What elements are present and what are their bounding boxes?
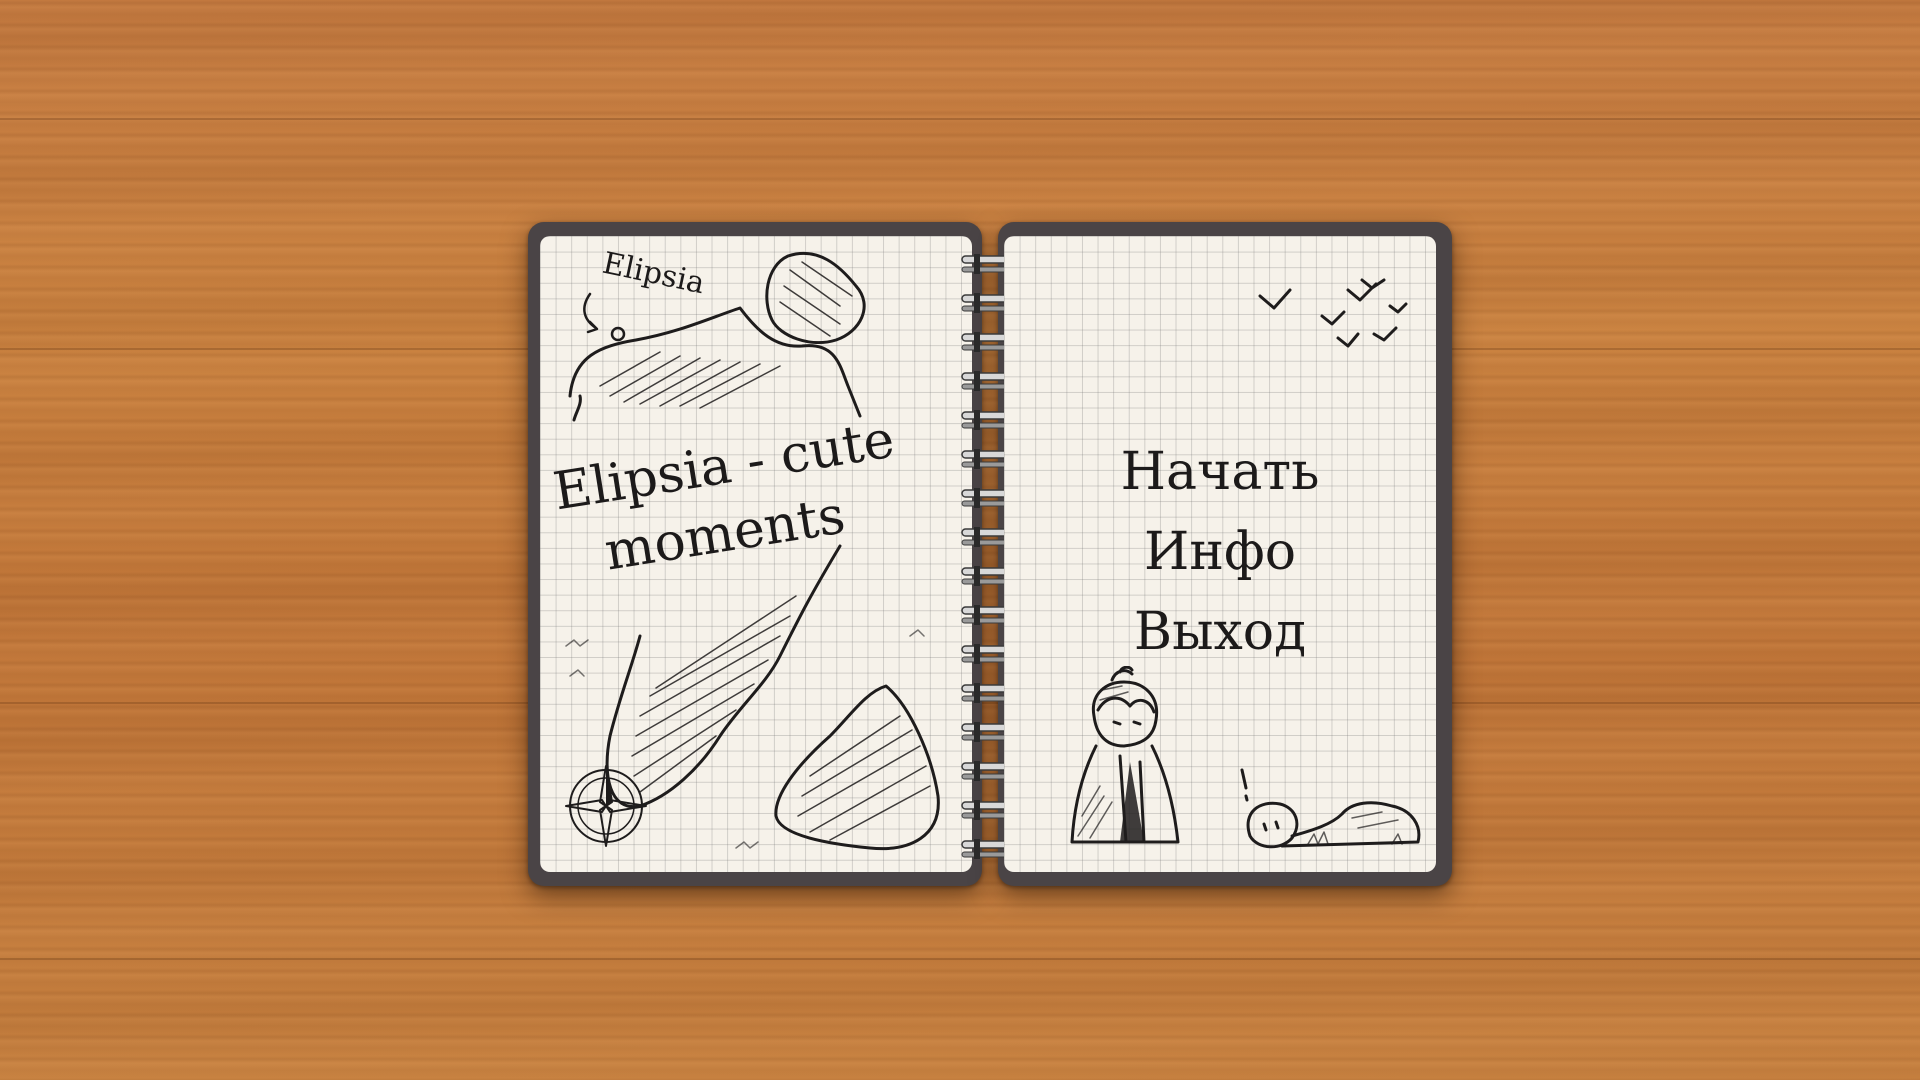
desk-grain bbox=[0, 118, 1920, 120]
desk-grain bbox=[0, 958, 1920, 960]
hooded-character-illustration bbox=[1070, 666, 1180, 844]
menu-item-info[interactable]: Инфо bbox=[1134, 512, 1306, 592]
notebook: Elipsia Elipsia - cute moments Начать Ин… bbox=[528, 222, 1452, 886]
main-menu: Начать Инфо Выход bbox=[1004, 432, 1436, 672]
menu-item-exit[interactable]: Выход bbox=[1124, 592, 1316, 672]
compass-icon bbox=[565, 765, 647, 847]
birds-icon bbox=[1258, 278, 1408, 348]
menu-page: Начать Инфо Выход bbox=[1004, 236, 1436, 872]
blob-creature-illustration bbox=[1240, 768, 1421, 849]
map-page: Elipsia Elipsia - cute moments bbox=[540, 236, 972, 872]
menu-item-start[interactable]: Начать bbox=[1111, 432, 1330, 512]
